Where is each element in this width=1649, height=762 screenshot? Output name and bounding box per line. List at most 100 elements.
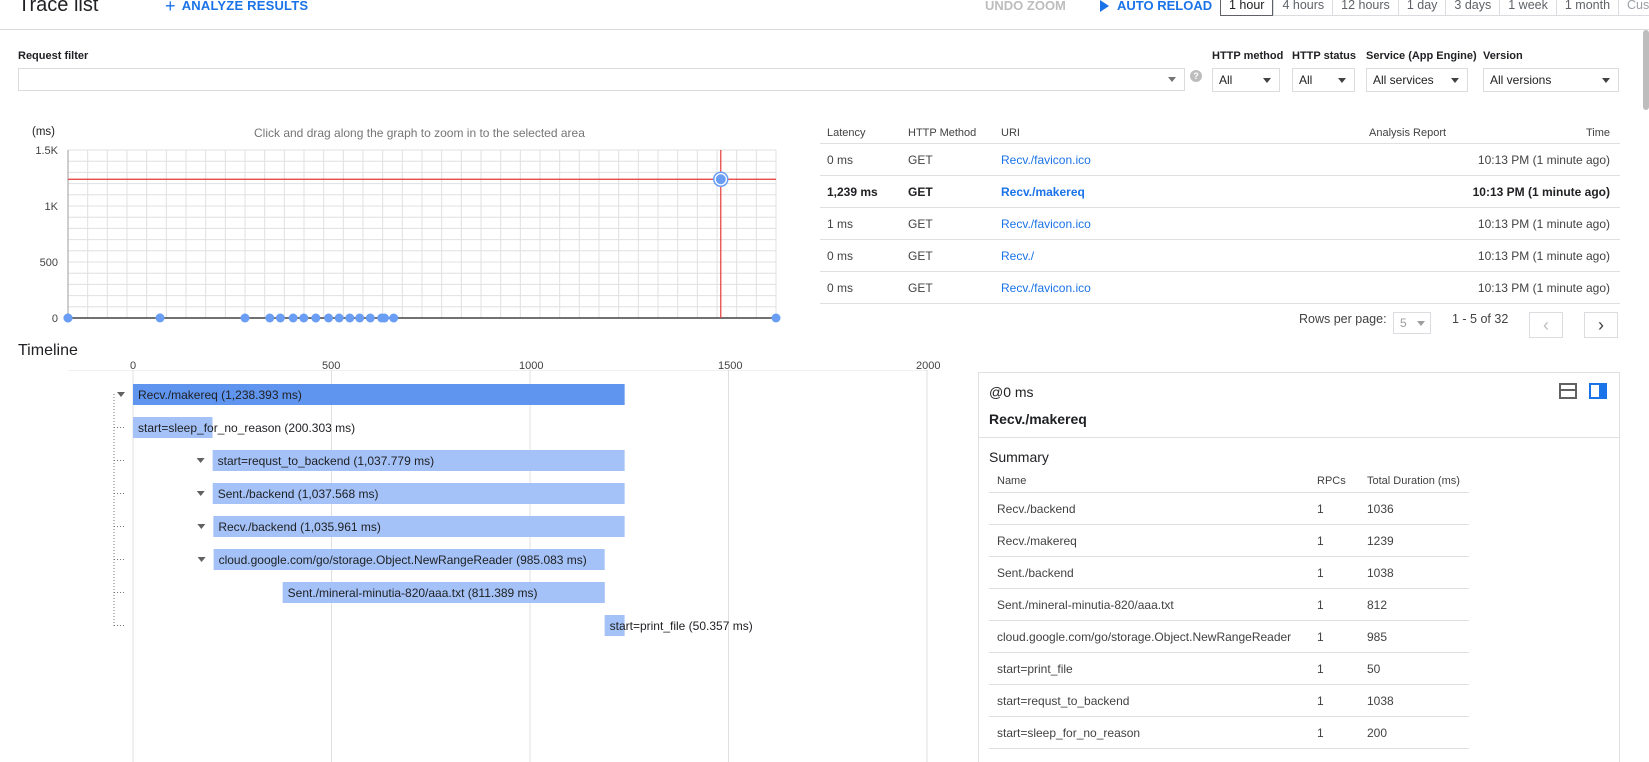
timeline-chart[interactable]: Recv./makereq (1,238.393 ms) start=sleep_… <box>0 370 960 762</box>
cell-latency: 1,239 ms <box>827 184 878 199</box>
col-rpcs[interactable]: RPCs <box>1317 475 1346 487</box>
cell-latency: 0 ms <box>827 248 854 263</box>
cell-uri-link[interactable]: Recv./ <box>1001 249 1034 263</box>
analyze-results-button[interactable]: + ANALYZE RESULTS <box>165 0 309 15</box>
chevron-left-icon: ‹ <box>1543 314 1549 335</box>
cell-name: Recv./makereq <box>997 533 1077 548</box>
cell-rpcs: 1 <box>1317 533 1324 548</box>
span-label: Sent./mineral-minutia-820/aaa.txt (811.3… <box>288 586 538 600</box>
cell-name: Sent./mineral-minutia-820/aaa.txt <box>997 597 1174 612</box>
range-tab-1-hour[interactable]: 1 hour <box>1220 0 1274 16</box>
span-label: Sent./backend (1,037.568 ms) <box>218 487 379 501</box>
col-time[interactable]: Time <box>1586 127 1610 139</box>
data-point <box>275 313 285 323</box>
data-point-selected <box>715 174 726 185</box>
cell-uri-link[interactable]: Recv./favicon.ico <box>1001 153 1091 167</box>
chevron-down-icon <box>197 524 206 529</box>
range-tab-custom[interactable]: Custom <box>1618 0 1649 16</box>
version-label: Version <box>1483 50 1523 62</box>
y-tick-label: 500 <box>40 257 58 269</box>
data-point <box>379 313 389 323</box>
vertical-split-icon[interactable] <box>1589 383 1607 399</box>
data-point <box>389 313 399 323</box>
http-status-label: HTTP status <box>1292 50 1356 62</box>
col-name[interactable]: Name <box>997 475 1026 487</box>
cell-name: start=sleep_for_no_reason <box>997 725 1141 740</box>
summary-title: Summary <box>989 449 1049 465</box>
help-icon[interactable]: ? <box>1190 70 1202 82</box>
col-latency[interactable]: Latency <box>827 127 866 139</box>
y-tick-label: 0 <box>52 313 58 325</box>
http-method-label: HTTP method <box>1212 50 1284 62</box>
table-row: start=sleep_for_no_reason 1 200 <box>989 717 1469 749</box>
table-row-selected[interactable]: 1,239 ms GET Recv./makereq 10:13 PM (1 m… <box>820 176 1620 208</box>
service-label: Service (App Engine) <box>1366 50 1477 62</box>
data-point <box>365 313 375 323</box>
page-scrollbar[interactable] <box>1643 30 1649 110</box>
range-tab-4-hours[interactable]: 4 hours <box>1273 0 1333 16</box>
summary-table-header: Name RPCs Total Duration (ms) <box>989 469 1469 493</box>
col-http-method[interactable]: HTTP Method <box>908 127 976 139</box>
table-row[interactable]: 0 ms GET Recv./favicon.ico 10:13 PM (1 m… <box>820 144 1620 176</box>
table-row[interactable]: 0 ms GET Recv./ 10:13 PM (1 minute ago) <box>820 240 1620 272</box>
table-row[interactable]: 1 ms GET Recv./favicon.ico 10:13 PM (1 m… <box>820 208 1620 240</box>
span-detail-panel: @0 ms Recv./makereq Summary Name RPCs To… <box>978 372 1620 762</box>
cell-duration: 1239 <box>1367 533 1394 548</box>
range-tab-3-days[interactable]: 3 days <box>1445 0 1500 16</box>
http-method-select[interactable]: All <box>1212 68 1280 92</box>
request-filter-input[interactable] <box>18 68 1185 91</box>
range-tab-1-month[interactable]: 1 month <box>1555 0 1619 16</box>
y-tick-label: 1.5K <box>35 145 58 157</box>
data-point <box>771 313 781 323</box>
cell-duration: 1038 <box>1367 693 1394 708</box>
cell-rpcs: 1 <box>1317 629 1324 644</box>
col-uri[interactable]: URI <box>1001 127 1020 139</box>
table-row: Recv./backend 1 1036 <box>989 493 1469 525</box>
timeline-title: Timeline <box>18 342 78 359</box>
prev-page-button[interactable]: ‹ <box>1529 312 1563 338</box>
latency-chart[interactable]: 0 500 1K 1.5K <box>0 130 800 330</box>
span-label: cloud.google.com/go/storage.Object.NewRa… <box>219 553 587 567</box>
span-label: Recv./makereq (1,238.393 ms) <box>138 388 302 402</box>
cell-method: GET <box>908 152 933 167</box>
rows-per-page-value: 5 <box>1400 316 1407 330</box>
cell-name: Sent./backend <box>997 565 1074 580</box>
analyze-results-label: ANALYZE RESULTS <box>181 0 309 13</box>
divider <box>979 437 1619 438</box>
chevron-down-icon <box>196 491 205 496</box>
cell-uri-link[interactable]: Recv./favicon.ico <box>1001 217 1091 231</box>
range-tab-1-week[interactable]: 1 week <box>1499 0 1556 16</box>
cell-method: GET <box>908 216 933 231</box>
range-tab-1-day[interactable]: 1 day <box>1397 0 1446 16</box>
http-status-select[interactable]: All <box>1292 68 1355 92</box>
horizontal-split-icon[interactable] <box>1559 383 1577 399</box>
rows-per-page-select[interactable]: 5 <box>1393 312 1431 334</box>
table-row: Recv./makereq 1 1239 <box>989 525 1469 557</box>
col-total-duration[interactable]: Total Duration (ms) <box>1367 475 1460 487</box>
undo-zoom-button[interactable]: UNDO ZOOM <box>985 0 1066 13</box>
cell-duration: 812 <box>1367 597 1388 612</box>
chevron-down-icon <box>197 557 206 562</box>
cell-method: GET <box>908 280 933 295</box>
cell-method: GET <box>908 184 933 199</box>
cell-uri-link[interactable]: Recv./makereq <box>1001 185 1085 199</box>
cell-uri-link[interactable]: Recv./favicon.ico <box>1001 281 1091 295</box>
cell-time: 10:13 PM (1 minute ago) <box>1477 248 1610 263</box>
table-row: Sent./mineral-minutia-820/aaa.txt 1 812 <box>989 589 1469 621</box>
version-select[interactable]: All versions <box>1483 68 1619 92</box>
y-tick-label: 1K <box>45 201 59 213</box>
cell-latency: 0 ms <box>827 280 854 295</box>
data-point <box>324 313 334 323</box>
auto-reload-button[interactable]: AUTO RELOAD <box>1100 0 1212 13</box>
service-select[interactable]: All services <box>1366 68 1468 92</box>
cell-time: 10:13 PM (1 minute ago) <box>1472 184 1610 199</box>
chevron-down-icon <box>1451 78 1459 83</box>
span-label: start=sleep_for_no_reason (200.303 ms) <box>138 421 355 435</box>
time-range-tabs: 1 hour 4 hours 12 hours 1 day 3 days 1 w… <box>1220 0 1649 16</box>
col-analysis-report[interactable]: Analysis Report <box>1369 127 1446 139</box>
next-page-button[interactable]: › <box>1584 312 1618 338</box>
table-row: cloud.google.com/go/storage.Object.NewRa… <box>989 621 1469 653</box>
range-tab-12-hours[interactable]: 12 hours <box>1332 0 1398 16</box>
table-row[interactable]: 0 ms GET Recv./favicon.ico 10:13 PM (1 m… <box>820 272 1620 304</box>
data-point <box>265 313 275 323</box>
